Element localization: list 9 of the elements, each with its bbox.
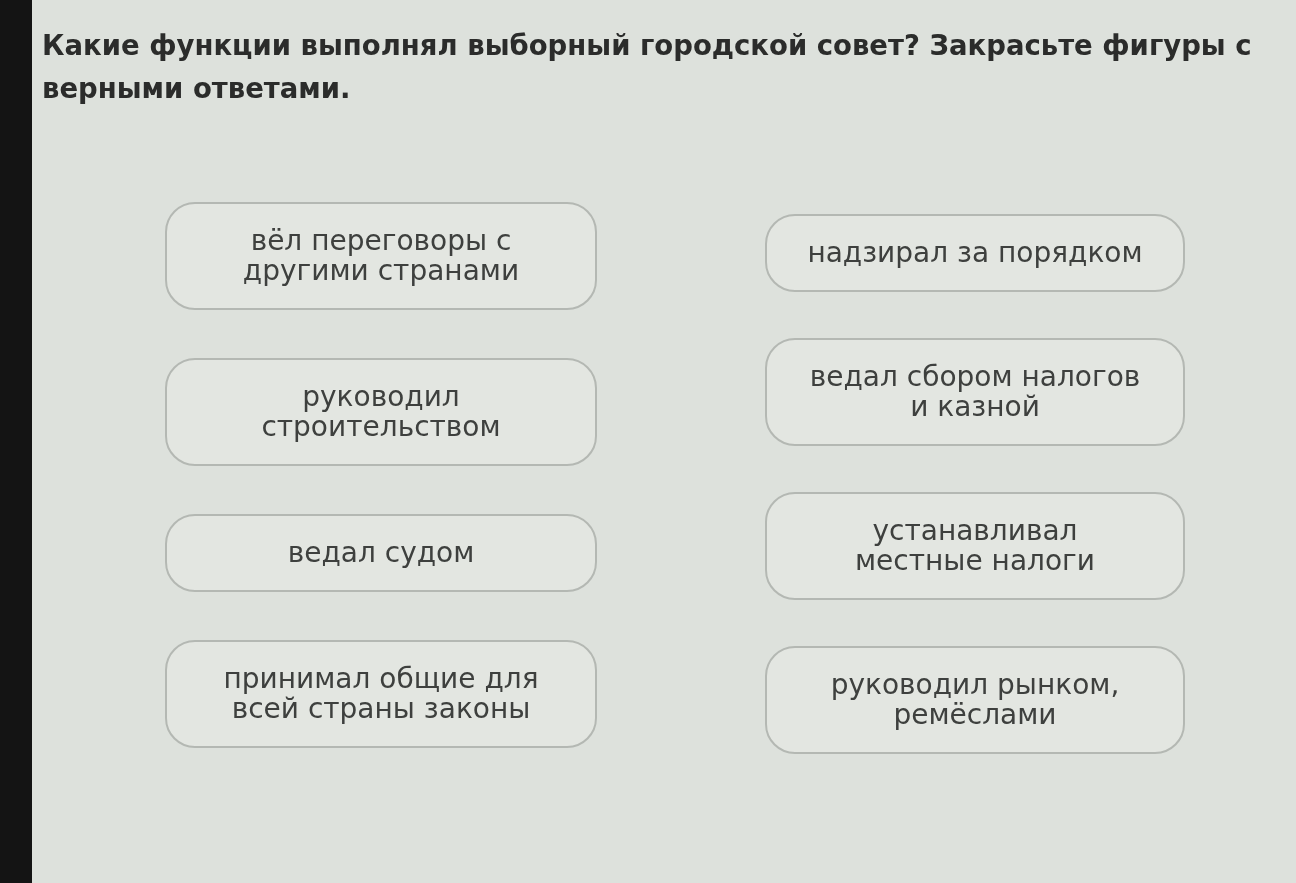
answer-option[interactable]: устанавливал местные налоги	[765, 492, 1185, 600]
answer-option[interactable]: надзирал за порядком	[765, 214, 1185, 292]
answer-option[interactable]: ведал сбором налогов и казной	[765, 338, 1185, 446]
answer-option[interactable]: вёл переговоры с другими странами	[165, 202, 597, 310]
answer-option[interactable]: ведал судом	[165, 514, 597, 592]
answer-option[interactable]: руководил рынком, ремёслами	[765, 646, 1185, 754]
answer-option[interactable]: принимал общие для всей страны законы	[165, 640, 597, 748]
question-text: Какие функции выполнял выборный городской совет? Закрасьте фигуры с верными ответами.	[42, 28, 1253, 106]
answer-option[interactable]: руководил строительством	[165, 358, 597, 466]
